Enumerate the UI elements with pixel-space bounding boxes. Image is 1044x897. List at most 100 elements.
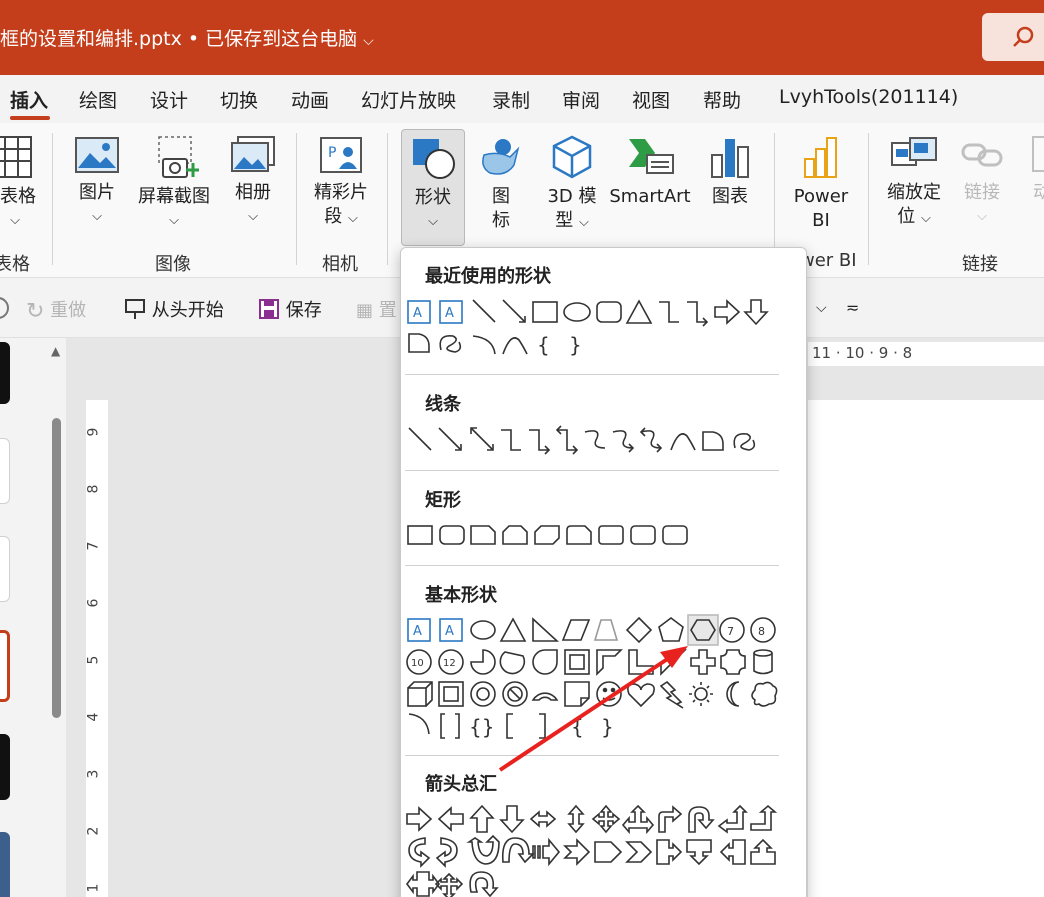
smartart-button[interactable]: SmartArt [608, 135, 692, 209]
save-button[interactable]: 保存 [258, 296, 322, 322]
shape-arrow-line[interactable] [502, 299, 526, 323]
table-button[interactable]: 表格 ⌵ [0, 135, 36, 233]
shape-pie[interactable] [470, 649, 496, 675]
shape-bent-arrow[interactable] [658, 805, 683, 833]
shape-round-same-side-rectangle[interactable] [630, 525, 656, 545]
shape-down-arrow-callout[interactable] [686, 839, 712, 866]
tab-animations[interactable]: 动画 [291, 86, 329, 113]
shape-heptagon[interactable]: 7 [719, 617, 745, 643]
power-bi-button[interactable]: Power BI [786, 135, 856, 233]
shape-teardrop[interactable] [532, 649, 558, 675]
scroll-up-arrow-icon[interactable]: ▲ [51, 344, 60, 358]
shape-snip-diagonal-rectangle[interactable] [534, 525, 560, 545]
screenshot-button[interactable]: 屏幕截图 ⌵ [134, 135, 214, 233]
shape-snip-same-side-rectangle[interactable] [502, 525, 528, 545]
shape-arc[interactable] [408, 713, 430, 735]
shape-hexagon-highlighted[interactable] [687, 614, 719, 646]
shape-right-brace[interactable]: } [601, 715, 614, 739]
shapes-button[interactable]: 形状 ⌵ [401, 129, 465, 246]
shape-double-arrow-line[interactable] [470, 427, 494, 451]
shape-pentagon[interactable] [658, 617, 684, 642]
shape-diagonal-stripe[interactable] [660, 649, 687, 676]
shape-right-arrow[interactable] [406, 806, 433, 832]
redo-button[interactable]: ↻ 重做 [26, 296, 86, 324]
photo-album-button[interactable]: 相册 ⌵ [226, 135, 280, 229]
shape-oval[interactable] [470, 620, 496, 640]
undo-circle-icon[interactable] [0, 295, 12, 321]
shape-notched-right-arrow[interactable] [563, 838, 591, 866]
shape-chord[interactable] [499, 651, 526, 675]
shape-striped-right-arrow[interactable] [532, 837, 561, 867]
slide-thumbnail[interactable] [0, 734, 10, 800]
shape-sun[interactable] [689, 682, 713, 706]
slide-thumbnail-selected[interactable] [0, 630, 10, 702]
from-start-button[interactable]: 从头开始 [124, 296, 224, 322]
shape-right-bracket[interactable] [539, 713, 546, 739]
shape-text-box[interactable]: A [407, 300, 431, 324]
shape-double-brace[interactable]: {} [469, 715, 494, 739]
shape-elbow-connector[interactable] [659, 301, 679, 323]
shape-curved-double-arrow[interactable] [639, 427, 663, 453]
slide-thumbnail[interactable] [0, 832, 10, 897]
shape-frame[interactable] [564, 649, 590, 675]
shape-line[interactable] [472, 299, 496, 323]
tab-transitions[interactable]: 切换 [220, 86, 258, 113]
chart-button[interactable]: 图表 [703, 135, 757, 209]
search-button[interactable] [982, 13, 1044, 61]
shape-down-arrow[interactable] [743, 299, 769, 326]
icons-button[interactable]: 图 标 [476, 135, 526, 233]
shape-u-turn-arrow[interactable] [688, 806, 715, 833]
shape-left-brace[interactable]: { [571, 715, 584, 739]
shape-folded-corner[interactable] [564, 681, 590, 707]
shape-scribble[interactable] [733, 432, 756, 451]
tab-view[interactable]: 视图 [632, 86, 670, 113]
shape-freeform[interactable] [408, 333, 430, 353]
shape-double-bracket[interactable] [440, 713, 460, 739]
tab-lvyhtools[interactable]: LvyhTools(201114) [779, 86, 958, 108]
shape-down-arrow[interactable] [499, 805, 525, 834]
shape-moon[interactable] [726, 681, 740, 707]
shape-lightning-bolt[interactable] [659, 680, 684, 709]
tab-review[interactable]: 审阅 [562, 86, 600, 113]
shape-heart[interactable] [627, 683, 655, 708]
shape-triangle[interactable] [625, 299, 653, 324]
shape-vertical-text-box[interactable]: A [439, 618, 463, 642]
shape-dodecagon[interactable]: 12 [438, 649, 464, 675]
shape-up-arrow-callout[interactable] [750, 838, 776, 865]
shape-half-frame[interactable] [596, 649, 623, 676]
shape-rectangle[interactable] [532, 301, 558, 323]
shape-line[interactable] [408, 427, 432, 451]
shape-octagon[interactable]: 8 [750, 617, 776, 643]
shape-scribble[interactable] [439, 334, 462, 353]
shape-left-right-arrow[interactable] [529, 810, 557, 828]
shape-oval[interactable] [563, 302, 591, 322]
shape-block-arc[interactable] [531, 692, 559, 701]
action-button[interactable]: 动 [1022, 135, 1044, 205]
3d-model-button[interactable]: 3D 模 型 ⌵ [540, 135, 604, 235]
shape-curved-left-arrow[interactable] [435, 837, 458, 868]
shape-curved-arrow[interactable] [612, 430, 635, 453]
shape-quad-arrow[interactable] [591, 804, 621, 834]
tab-design[interactable]: 设计 [150, 86, 188, 113]
shape-diamond[interactable] [625, 616, 653, 644]
shape-curve[interactable] [502, 337, 528, 355]
shape-left-arrow-callout[interactable] [719, 839, 746, 865]
shape-can[interactable] [753, 649, 773, 675]
shape-right-arrow-callout[interactable] [656, 839, 683, 865]
shape-elbow-arrow-connector[interactable] [687, 301, 709, 327]
shape-plaque[interactable] [720, 649, 746, 675]
slide-canvas[interactable] [808, 400, 1044, 897]
tab-slideshow[interactable]: 幻灯片放映 [361, 86, 456, 113]
shape-right-brace[interactable]: } [569, 333, 582, 357]
shape-arc[interactable] [472, 335, 496, 355]
tab-insert[interactable]: 插入 [10, 86, 48, 113]
shape-left-right-arrow-callout[interactable] [406, 871, 440, 897]
shape-snip-round-rectangle[interactable] [566, 525, 592, 545]
shape-arrow-line[interactable] [438, 427, 462, 451]
shape-left-brace[interactable]: { [537, 333, 550, 357]
scrollbar-thumb[interactable] [52, 418, 61, 718]
customize-qat-icon[interactable]: ≂ [846, 298, 859, 317]
slide-thumbnail[interactable] [0, 536, 10, 602]
shape-cloud[interactable] [751, 681, 778, 707]
tab-help[interactable]: 帮助 [703, 86, 741, 113]
